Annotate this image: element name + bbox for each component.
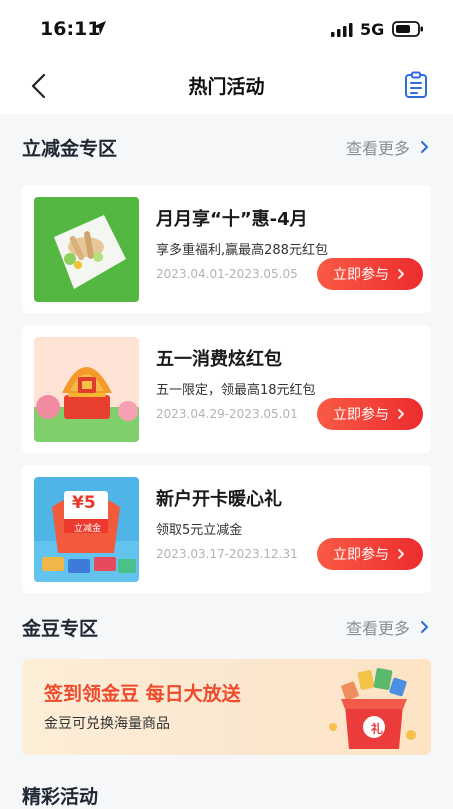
activity-card[interactable]: ¥5 立减金 新户开卡暖心礼 领取5元立减金 2023.03.17-2023.1… <box>22 465 431 593</box>
status-bar: 16:11 5G <box>0 0 453 60</box>
activity-title: 五一消费炫红包 <box>156 349 282 370</box>
activity-thumbnail-voucher: ¥5 立减金 <box>34 477 139 582</box>
discount-section-header: 立减金专区 查看更多 <box>22 132 432 164</box>
activity-thumbnail-food <box>34 197 139 302</box>
chevron-right-icon <box>421 141 428 153</box>
activity-card[interactable]: 五一消费炫红包 五一限定，领最高18元红包 2023.04.29-2023.05… <box>22 325 431 453</box>
join-button[interactable]: 立即参与 <box>317 398 423 430</box>
gold-beans-section-title: 金豆专区 <box>22 618 99 640</box>
activity-description: 享多重福利,赢最高288元红包 <box>156 243 328 258</box>
activity-title: 新户开卡暖心礼 <box>156 489 282 510</box>
activity-date: 2023.04.01-2023.05.05 <box>156 267 298 281</box>
gift-char: 礼 <box>370 722 383 736</box>
featured-section-title: 精彩活动 <box>22 786 99 808</box>
gold-beans-section-header: 金豆专区 查看更多 <box>22 612 432 644</box>
more-link-label: 查看更多 <box>345 139 410 158</box>
more-link-label: 查看更多 <box>345 619 410 638</box>
join-button[interactable]: 立即参与 <box>317 258 423 290</box>
location-arrow-icon <box>92 21 106 35</box>
voucher-label: 立减金 <box>74 524 102 534</box>
page-title: 热门活动 <box>188 76 265 98</box>
page-body: 立减金专区 查看更多 月月享“十”惠-4月 享多重福利,赢最高288元红包 20… <box>0 114 453 808</box>
chevron-right-icon <box>398 409 404 419</box>
activity-description: 五一限定，领最高18元红包 <box>156 383 316 398</box>
gold-banner-subtitle: 金豆可兑换海量商品 <box>44 716 170 732</box>
gold-banner-title: 签到领金豆 每日大放送 <box>44 683 241 705</box>
gold-beans-more-link[interactable]: 查看更多 <box>346 615 432 639</box>
voucher-amount: ¥5 <box>72 493 96 513</box>
activity-date: 2023.04.29-2023.05.01 <box>156 407 298 421</box>
chevron-right-icon <box>398 269 404 279</box>
discount-more-link[interactable]: 查看更多 <box>346 135 432 159</box>
activity-thumbnail-red-packet <box>34 337 139 442</box>
join-button-label: 立即参与 <box>333 547 389 563</box>
document-icon[interactable] <box>404 71 428 99</box>
gift-box-icon <box>329 668 416 749</box>
join-button[interactable]: 立即参与 <box>317 538 423 570</box>
nav-bar: 热门活动 <box>0 60 453 114</box>
discount-section-title: 立减金专区 <box>22 138 118 160</box>
activity-title: 月月享“十”惠-4月 <box>156 209 308 230</box>
activity-date: 2023.03.17-2023.12.31 <box>156 547 298 561</box>
signal-icon <box>331 23 353 37</box>
gold-bean-banner[interactable]: 签到领金豆 每日大放送 金豆可兑换海量商品 礼 <box>22 659 431 755</box>
network-label: 5G <box>360 20 385 39</box>
chevron-right-icon <box>421 621 428 633</box>
chevron-right-icon <box>398 549 404 559</box>
battery-icon <box>392 21 423 37</box>
join-button-label: 立即参与 <box>333 267 389 283</box>
activity-card[interactable]: 月月享“十”惠-4月 享多重福利,赢最高288元红包 2023.04.01-20… <box>22 185 431 313</box>
activity-description: 领取5元立减金 <box>156 523 243 538</box>
join-button-label: 立即参与 <box>333 407 389 423</box>
